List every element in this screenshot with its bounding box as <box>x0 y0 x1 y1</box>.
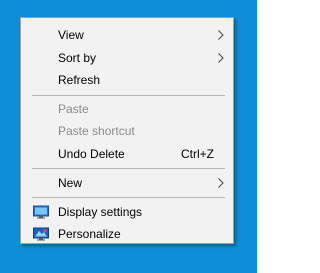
menu-item-label: New <box>58 176 83 190</box>
menu-separator <box>32 95 225 96</box>
menu-item-label: Sort by <box>58 51 97 65</box>
menu-item-paste: Paste <box>21 98 233 120</box>
menu-item-display-settings[interactable]: Display settings <box>21 201 233 223</box>
desktop-context-menu: View Sort by Refresh Paste Paste shortcu… <box>20 17 234 244</box>
menu-separator <box>32 197 225 198</box>
menu-item-label: View <box>58 28 84 42</box>
menu-item-refresh[interactable]: Refresh <box>21 69 233 91</box>
chevron-right-icon <box>218 30 224 40</box>
chevron-right-icon <box>218 53 224 63</box>
menu-item-personalize[interactable]: Personalize <box>21 223 233 245</box>
menu-item-paste-shortcut: Paste shortcut <box>21 120 233 142</box>
menu-item-label: Undo Delete <box>58 147 125 161</box>
menu-item-label: Paste <box>58 102 89 116</box>
menu-item-label: Refresh <box>58 73 101 87</box>
menu-item-label: Personalize <box>58 227 121 241</box>
chevron-right-icon <box>218 178 224 188</box>
menu-item-new[interactable]: New <box>21 172 233 194</box>
display-settings-icon <box>33 205 49 219</box>
menu-item-view[interactable]: View <box>21 24 233 46</box>
personalize-icon <box>33 227 49 241</box>
menu-item-label: Display settings <box>58 205 143 219</box>
menu-item-sort-by[interactable]: Sort by <box>21 47 233 69</box>
menu-separator <box>32 168 225 169</box>
menu-item-label: Paste shortcut <box>58 124 135 138</box>
menu-item-undo-delete[interactable]: Undo Delete Ctrl+Z <box>21 143 233 165</box>
keyboard-shortcut: Ctrl+Z <box>181 147 214 161</box>
